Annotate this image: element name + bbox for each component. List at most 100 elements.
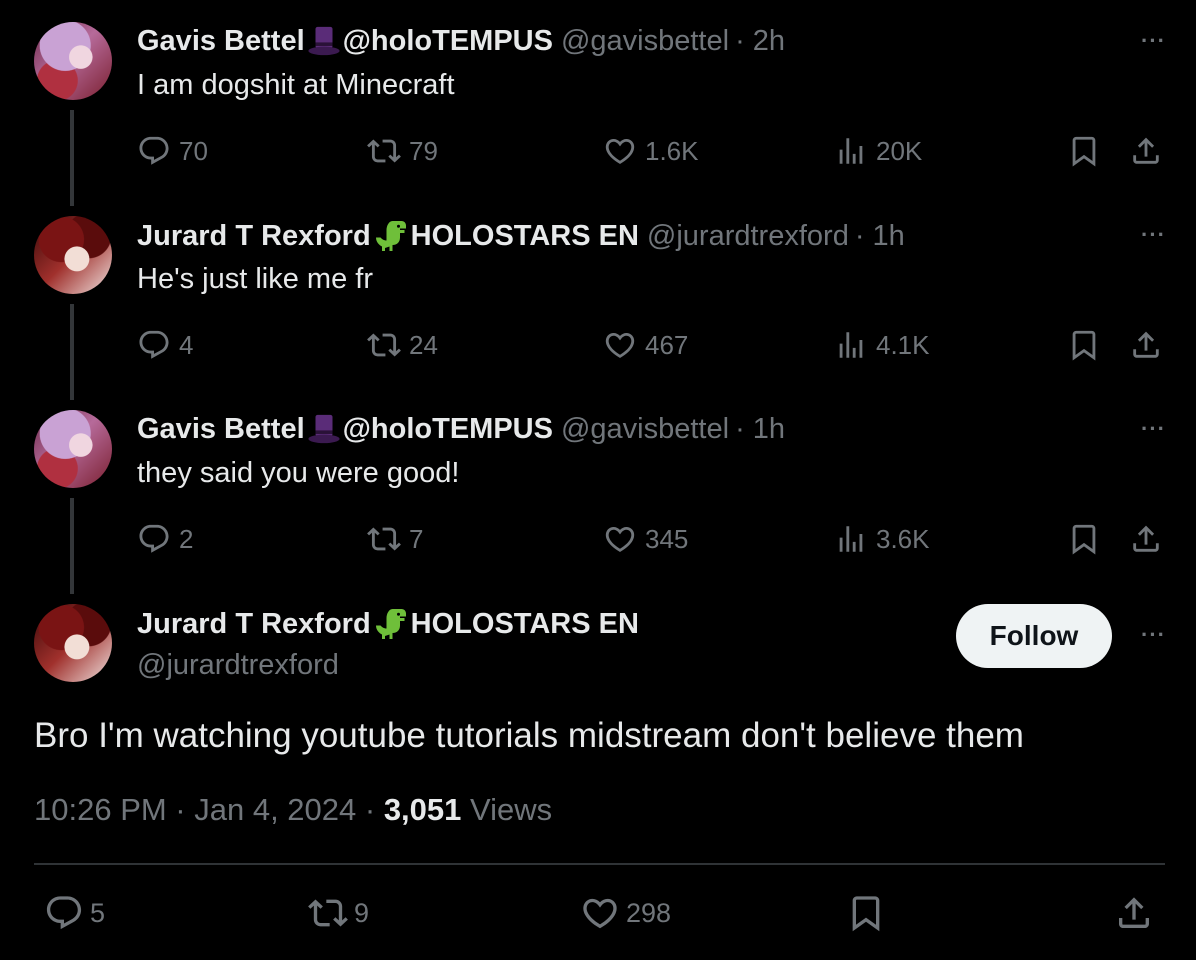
share-icon	[1129, 328, 1163, 362]
repost-button[interactable]: 9	[308, 890, 369, 936]
top-hat-icon	[307, 412, 341, 446]
views-button[interactable]: 20K	[834, 131, 922, 171]
tweet-author: Jurard T Rexford HOLOSTARS EN @jurardtre…	[137, 218, 905, 254]
author-name-suffix[interactable]: @holoTEMPUS	[343, 24, 553, 58]
main-tweet-text: Bro I'm watching youtube tutorials midst…	[34, 716, 1024, 755]
author-handle[interactable]: @jurardtrexford	[137, 648, 339, 682]
tweet-actions: 2 7 345 3.6K	[137, 519, 1167, 559]
like-count: 298	[626, 897, 672, 928]
avatar[interactable]	[34, 410, 112, 488]
share-button[interactable]	[1114, 890, 1160, 936]
repost-icon	[367, 328, 401, 362]
views-icon	[834, 522, 868, 556]
share-button[interactable]	[1129, 519, 1163, 559]
like-count: 1.6K	[645, 135, 699, 166]
views-button[interactable]: 4.1K	[834, 325, 930, 365]
share-icon	[1129, 134, 1163, 168]
t-rex-icon	[373, 218, 409, 254]
like-button[interactable]: 467	[603, 325, 688, 365]
repost-button[interactable]: 24	[367, 325, 438, 365]
views-count: 20K	[876, 135, 923, 166]
reply-button[interactable]: 2	[137, 519, 193, 559]
more-options-icon[interactable]: ···	[1141, 28, 1166, 54]
main-author-handle-line: @jurardtrexford	[137, 648, 339, 682]
like-icon	[603, 328, 637, 362]
share-button[interactable]	[1129, 131, 1163, 171]
bookmark-button[interactable]	[1067, 519, 1101, 559]
views-icon	[834, 134, 868, 168]
repost-count: 24	[409, 329, 438, 360]
divider	[34, 863, 1165, 865]
bookmark-button[interactable]	[1067, 325, 1101, 365]
tweet-actions: 70 79 1.6K 20K	[137, 131, 1167, 171]
bookmark-button[interactable]	[1067, 131, 1101, 171]
thread-line	[70, 110, 74, 206]
tweet-time[interactable]: · 1h	[735, 412, 785, 446]
thread-line	[70, 304, 74, 400]
like-button[interactable]: 345	[603, 519, 688, 559]
tweet-meta: 10:26 PM · Jan 4, 2024 · 3,051 Views	[34, 792, 552, 828]
more-options-icon[interactable]: ···	[1141, 622, 1166, 648]
author-name[interactable]: Gavis Bettel	[137, 412, 305, 446]
repost-count: 7	[409, 523, 424, 554]
reply-button[interactable]: 70	[137, 131, 208, 171]
tweet-text: they said you were good!	[137, 457, 460, 489]
more-options-icon[interactable]: ···	[1141, 416, 1166, 442]
t-rex-icon	[373, 606, 409, 642]
author-name-suffix[interactable]: HOLOSTARS EN	[411, 219, 639, 253]
reply-button[interactable]: 4	[137, 325, 193, 365]
like-button[interactable]: 298	[580, 890, 671, 936]
avatar[interactable]	[34, 604, 112, 682]
tweet-actions: 4 24 467 4.1K	[137, 325, 1167, 365]
reply-count: 5	[90, 897, 106, 928]
reply-button[interactable]: 5	[44, 890, 105, 936]
share-icon	[1129, 522, 1163, 556]
author-handle[interactable]: @gavisbettel	[561, 412, 729, 446]
views-label: Views	[461, 792, 553, 827]
tweet-text: I am dogshit at Minecraft	[137, 69, 455, 101]
like-icon	[580, 893, 620, 933]
views-icon	[834, 328, 868, 362]
repost-icon	[367, 134, 401, 168]
like-count: 467	[645, 329, 689, 360]
author-handle[interactable]: @jurardtrexford	[647, 219, 849, 253]
repost-button[interactable]: 79	[367, 131, 438, 171]
reply-count: 70	[179, 135, 208, 166]
author-name-suffix[interactable]: HOLOSTARS EN	[411, 607, 639, 641]
more-options-icon[interactable]: ···	[1141, 222, 1166, 248]
reply-count: 4	[179, 329, 194, 360]
follow-button[interactable]: Follow	[956, 604, 1112, 668]
tweet-timestamp[interactable]: 10:26 PM · Jan 4, 2024 ·	[34, 792, 384, 827]
views-count: 3.6K	[876, 523, 930, 554]
thread-line	[70, 498, 74, 594]
tweet-time[interactable]: · 1h	[855, 219, 905, 253]
like-icon	[603, 522, 637, 556]
author-handle[interactable]: @gavisbettel	[561, 24, 729, 58]
tweet-time[interactable]: · 2h	[735, 24, 785, 58]
views-count: 3,051	[383, 792, 462, 827]
tweet-text: He's just like me fr	[137, 263, 373, 295]
author-name[interactable]: Gavis Bettel	[137, 24, 305, 58]
views-button[interactable]: 3.6K	[834, 519, 930, 559]
main-author: Jurard T Rexford HOLOSTARS EN	[137, 606, 639, 642]
main-tweet-actions: 5 9 298	[34, 890, 1165, 936]
tweet-author: Gavis Bettel @holoTEMPUS @gavisbettel · …	[137, 412, 785, 446]
reply-icon	[44, 893, 84, 933]
repost-button[interactable]: 7	[367, 519, 423, 559]
top-hat-icon	[307, 24, 341, 58]
avatar[interactable]	[34, 22, 112, 100]
author-name[interactable]: Jurard T Rexford	[137, 607, 371, 641]
author-name-suffix[interactable]: @holoTEMPUS	[343, 412, 553, 446]
reply-count: 2	[179, 523, 194, 554]
bookmark-icon	[1067, 522, 1101, 556]
like-button[interactable]: 1.6K	[603, 131, 699, 171]
reply-icon	[137, 522, 171, 556]
bookmark-button[interactable]	[846, 890, 892, 936]
repost-icon	[308, 893, 348, 933]
repost-icon	[367, 522, 401, 556]
author-name[interactable]: Jurard T Rexford	[137, 219, 371, 253]
like-count: 345	[645, 523, 689, 554]
avatar[interactable]	[34, 216, 112, 294]
views-count: 4.1K	[876, 329, 930, 360]
share-button[interactable]	[1129, 325, 1163, 365]
